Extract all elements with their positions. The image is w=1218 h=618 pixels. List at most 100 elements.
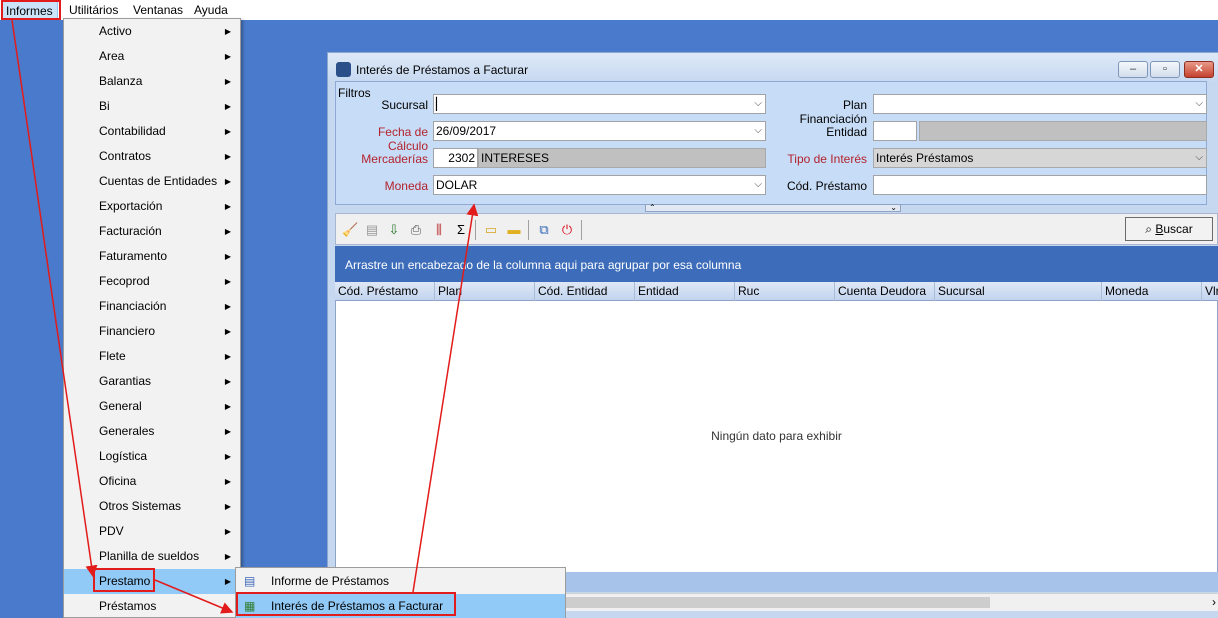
menu-ayuda[interactable]: Ayuda <box>190 0 232 20</box>
open-folder-icon[interactable]: ▭ <box>483 222 499 238</box>
menu-item[interactable]: Préstamos <box>64 594 240 618</box>
grid-header: Cód. Préstamo Plan Cód. Entidad Entidad … <box>335 282 1218 301</box>
chevron-right-icon: ▶ <box>224 177 231 186</box>
menu-item-label: Faturamento <box>99 249 168 263</box>
menu-item[interactable]: Area ▶ <box>64 44 240 69</box>
cod-prestamo-label: Cód. Préstamo <box>786 179 867 193</box>
chevron-right-icon: ▶ <box>224 577 231 586</box>
menu-item[interactable]: PDV ▶ <box>64 519 240 544</box>
menu-item[interactable]: Planilla de sueldos ▶ <box>64 544 240 569</box>
menu-item[interactable]: Oficina ▶ <box>64 469 240 494</box>
sucursal-select[interactable]: ▏ ⌵ <box>433 94 766 114</box>
col-sucursal[interactable]: Sucursal <box>935 282 1102 301</box>
sigma-icon[interactable]: Σ <box>453 222 469 238</box>
col-moneda[interactable]: Moneda <box>1102 282 1202 301</box>
annotation-box-prestamo <box>93 568 155 592</box>
chevron-right-icon: ▶ <box>224 352 231 361</box>
plan-financiacion-select[interactable]: ⌵ <box>873 94 1207 114</box>
group-by-panel[interactable]: Arrastre un encabezado de la columna aqu… <box>335 246 1218 282</box>
menu-ventanas[interactable]: Ventanas <box>129 0 187 20</box>
menu-item[interactable]: Logística ▶ <box>64 444 240 469</box>
restore-button[interactable]: ▫ <box>1150 61 1180 78</box>
chevron-down-icon: ⌵ <box>754 125 762 136</box>
chevron-down-icon: ⌵ <box>1195 98 1203 109</box>
tipo-interes-label: Tipo de Interés <box>787 152 867 166</box>
informes-dropdown: Activo ▶ Area ▶ Balanza ▶ Bi ▶ Contabilidad ▶ Cont… <box>63 18 241 618</box>
menu-item[interactable]: Exportación ▶ <box>64 194 240 219</box>
report-icon: ▤ <box>244 574 256 588</box>
layers-icon[interactable]: ⧉ <box>536 222 552 238</box>
menu-item[interactable]: Flete ▶ <box>64 344 240 369</box>
chevron-right-icon: ▶ <box>224 402 231 411</box>
filters-splitter[interactable]: ⌃ ⌄ <box>645 204 901 212</box>
minimize-button[interactable]: – <box>1118 61 1148 78</box>
col-cod-entidad[interactable]: Cód. Entidad <box>535 282 635 301</box>
print-icon[interactable]: ⎙ <box>408 222 424 238</box>
chevron-right-icon: ▶ <box>224 552 231 561</box>
chevron-right-icon: ▶ <box>224 302 231 311</box>
chevron-right-icon: ▶ <box>224 52 231 61</box>
menu-item[interactable]: Cuentas de Entidades ▶ <box>64 169 240 194</box>
menu-utilitarios[interactable]: Utilitários <box>65 0 122 20</box>
chevron-right-icon: ▶ <box>224 377 231 386</box>
fecha-calculo-field[interactable]: 26/09/2017 ⌵ <box>433 121 766 141</box>
col-ruc[interactable]: Ruc <box>735 282 835 301</box>
menu-item-label: Exportación <box>99 199 163 213</box>
menu-item[interactable]: Contratos ▶ <box>64 144 240 169</box>
menu-item[interactable]: Faturamento ▶ <box>64 244 240 269</box>
chevron-right-icon[interactable]: › <box>1212 594 1216 610</box>
menu-item[interactable]: General ▶ <box>64 394 240 419</box>
columns-icon[interactable]: ⫼ <box>431 222 447 238</box>
menu-item[interactable]: Contabilidad ▶ <box>64 119 240 144</box>
chevron-right-icon: ▶ <box>224 27 231 36</box>
menu-item[interactable]: Generales ▶ <box>64 419 240 444</box>
buscar-button[interactable]: ⌕ Buscar <box>1125 217 1213 241</box>
chevron-down-icon: ⌵ <box>754 179 762 190</box>
folder-icon[interactable]: ▬ <box>506 222 522 238</box>
broom-icon[interactable]: 🧹 <box>342 222 358 238</box>
entidad-label: Entidad <box>826 125 867 139</box>
menu-item[interactable]: Bi ▶ <box>64 94 240 119</box>
empty-message: Ningún dato para exhibir <box>711 429 842 443</box>
chevron-right-icon: ▶ <box>224 252 231 261</box>
scrollbar-thumb[interactable] <box>535 597 990 608</box>
close-button[interactable]: ✕ <box>1184 61 1214 78</box>
menu-item[interactable]: Balanza ▶ <box>64 69 240 94</box>
mercaderias-code-input[interactable]: 2302 <box>433 148 478 168</box>
grid-body[interactable]: Ningún dato para exhibir <box>335 301 1218 572</box>
submenu-informe-prestamos[interactable]: ▤ Informe de Préstamos <box>236 569 565 594</box>
entidad-name-field <box>919 121 1207 141</box>
tipo-interes-select[interactable]: Interés Préstamos ⌵ <box>873 148 1207 168</box>
chevron-right-icon: ▶ <box>224 452 231 461</box>
moneda-label: Moneda <box>384 179 428 193</box>
menu-item-label: Préstamos <box>99 599 157 613</box>
menu-item[interactable]: Financiación ▶ <box>64 294 240 319</box>
col-entidad[interactable]: Entidad <box>635 282 735 301</box>
col-plan[interactable]: Plan <box>435 282 535 301</box>
col-vlr[interactable]: Vlr <box>1202 282 1218 301</box>
chevron-right-icon: ▶ <box>224 152 231 161</box>
menu-item[interactable]: Financiero ▶ <box>64 319 240 344</box>
moneda-select[interactable]: DOLAR ⌵ <box>433 175 766 195</box>
window-titlebar[interactable]: Interés de Préstamos a Facturar – ▫ ✕ <box>328 53 1218 81</box>
mercaderias-name-field: INTERESES <box>478 148 766 168</box>
menu-item[interactable]: Facturación ▶ <box>64 219 240 244</box>
copy-icon[interactable]: ▤ <box>364 222 380 238</box>
menu-item[interactable]: Activo ▶ <box>64 19 240 44</box>
menu-item[interactable]: Garantias ▶ <box>64 369 240 394</box>
col-cod-prestamo[interactable]: Cód. Préstamo <box>335 282 435 301</box>
cod-prestamo-input[interactable] <box>873 175 1207 195</box>
export-icon[interactable]: ⇩ <box>386 222 402 238</box>
chevron-right-icon: ▶ <box>224 277 231 286</box>
menu-item-label: Financiación <box>99 299 167 313</box>
chevron-right-icon: ▶ <box>224 77 231 86</box>
menu-item[interactable]: Fecoprod ▶ <box>64 269 240 294</box>
grid-toolbar: 🧹 ▤ ⇩ ⎙ ⫼ Σ ▭ ▬ ⧉ ⏻ ⌕ Buscar <box>335 213 1218 245</box>
chevron-right-icon: ▶ <box>224 502 231 511</box>
menu-item-label: Oficina <box>99 474 137 488</box>
power-icon[interactable]: ⏻ <box>559 222 575 238</box>
col-cuenta-deudora[interactable]: Cuenta Deudora <box>835 282 935 301</box>
entidad-code-input[interactable] <box>873 121 917 141</box>
menu-item[interactable]: Otros Sistemas ▶ <box>64 494 240 519</box>
chevron-right-icon: ▶ <box>224 227 231 236</box>
